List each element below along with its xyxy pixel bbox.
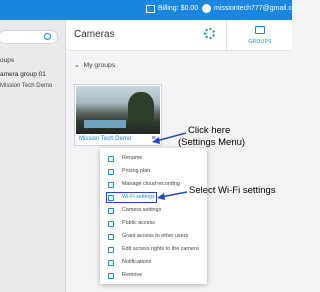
annotation-click-here: Click here bbox=[188, 125, 231, 136]
annotation-settings-menu: (Settings Menu) bbox=[178, 137, 246, 148]
arrow-to-menu-head bbox=[152, 137, 160, 144]
arrow-to-wifi-head bbox=[157, 193, 165, 200]
arrow-to-wifi bbox=[160, 191, 188, 198]
annotation-arrows bbox=[152, 132, 188, 200]
annotation-select-wifi: Select Wi-Fi settings bbox=[189, 185, 276, 196]
